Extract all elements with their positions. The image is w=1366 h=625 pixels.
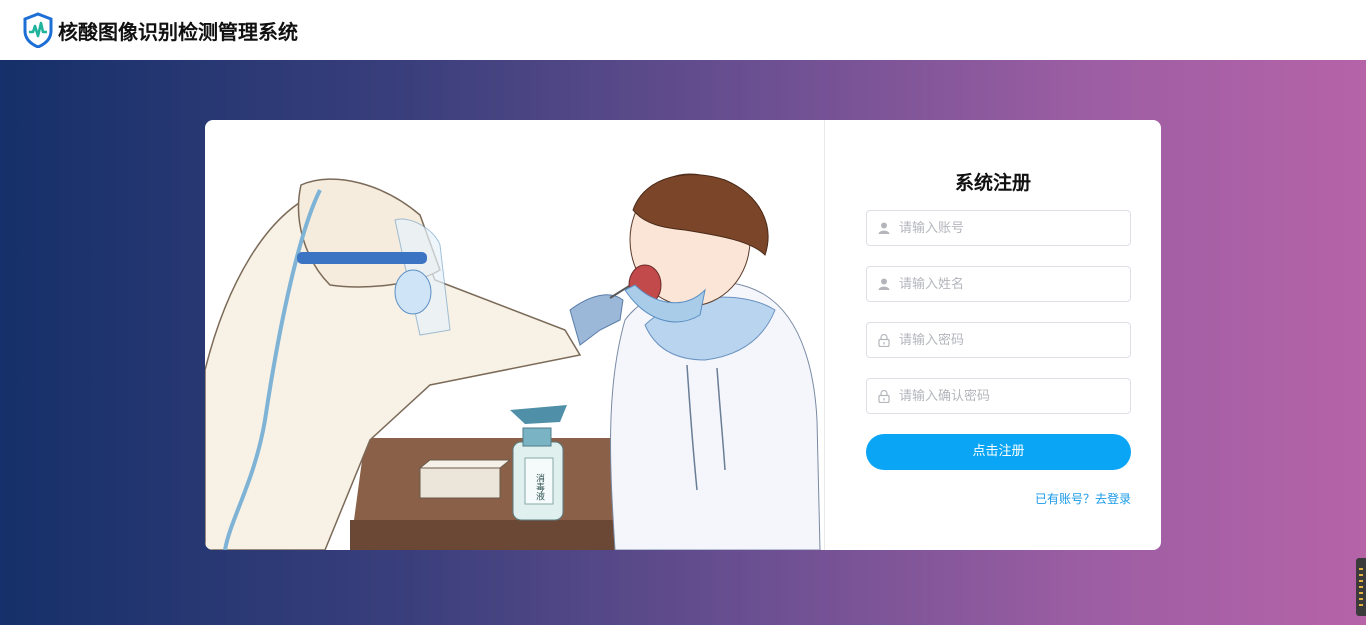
lock-icon xyxy=(877,389,891,403)
confirm-password-field[interactable] xyxy=(866,378,1131,414)
user-icon xyxy=(877,277,891,291)
form-title: 系统注册 xyxy=(954,172,1031,194)
bottle-label: 消毒液 xyxy=(534,472,545,501)
app-title: 核酸图像识别检测管理系统 xyxy=(58,19,298,44)
register-button[interactable]: 点击注册 xyxy=(866,434,1131,470)
go-login-link[interactable]: 已有账号？去登录 xyxy=(1035,490,1131,507)
name-input[interactable] xyxy=(899,276,1119,292)
shield-logo-icon xyxy=(23,12,53,48)
nucleic-test-illustration: 消毒液 xyxy=(205,120,825,550)
account-field[interactable] xyxy=(866,210,1131,246)
name-field[interactable] xyxy=(866,266,1131,302)
account-input[interactable] xyxy=(899,220,1119,236)
register-form: 系统注册 请输入账号 请输入姓名 点击注册 已有账号？去登录 xyxy=(825,120,1161,550)
floating-side-widget[interactable] xyxy=(1356,558,1366,616)
top-bar: 核酸图像识别检测管理系统 xyxy=(0,0,1366,60)
confirm-password-input[interactable] xyxy=(899,388,1119,404)
user-icon xyxy=(877,221,891,235)
lock-icon xyxy=(877,333,891,347)
password-field[interactable] xyxy=(866,322,1131,358)
register-card: 消毒液 系统注册 请输入账号 请输入姓名 点击注册 已有账号？去登录 xyxy=(205,120,1161,550)
password-input[interactable] xyxy=(899,332,1119,348)
login-background: 消毒液 系统注册 请输入账号 请输入姓名 点击注册 已有账号？去登录 xyxy=(0,60,1366,625)
